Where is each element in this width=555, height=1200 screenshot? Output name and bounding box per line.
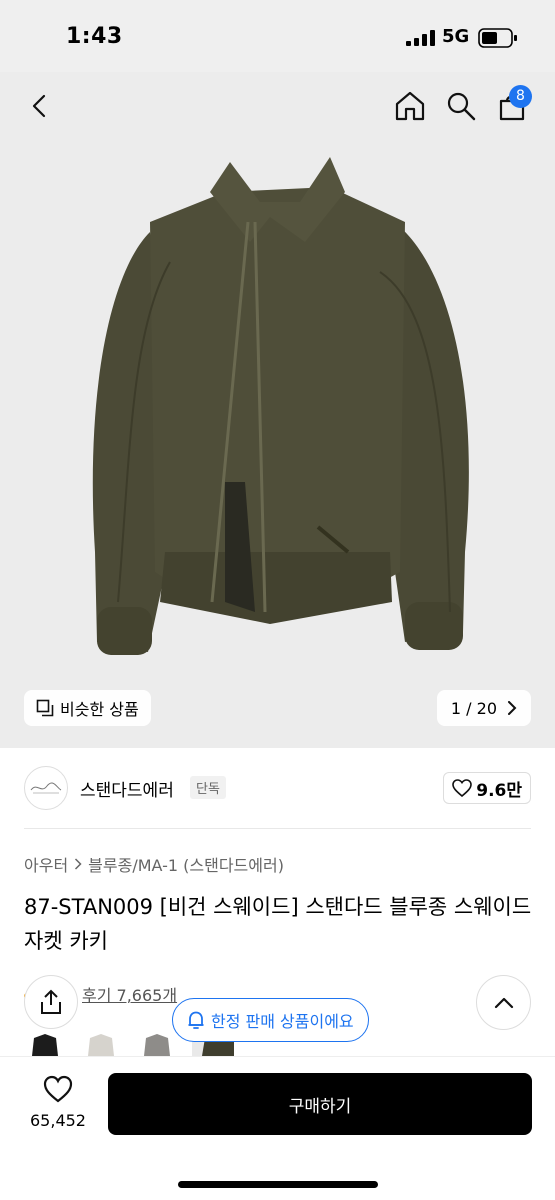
brand-name[interactable]: 스탠다드에러 — [80, 776, 174, 801]
heart-icon — [43, 1075, 73, 1103]
wishlist-button[interactable]: 65,452 — [22, 1075, 94, 1130]
signal-icon — [406, 30, 435, 46]
buy-button[interactable]: 구매하기 — [108, 1073, 532, 1135]
color-thumb-ivory[interactable] — [80, 1028, 122, 1056]
search-icon[interactable] — [443, 88, 479, 124]
limited-sale-label: 한정 판매 상품이에요 — [211, 1012, 354, 1031]
home-indicator — [178, 1181, 378, 1188]
breadcrumb-item-category[interactable]: 블루종/MA-1 (스탠다드에러) — [88, 852, 284, 876]
chevron-right-icon — [75, 858, 82, 870]
chevron-up-icon — [494, 997, 513, 1008]
bell-icon — [188, 1011, 204, 1029]
nav-bar — [0, 72, 555, 136]
scroll-top-button[interactable] — [476, 975, 531, 1030]
color-thumb-gray[interactable] — [136, 1028, 178, 1056]
brand-row: 스탠다드에러 단독 9.6만 — [0, 748, 555, 828]
status-bar: 1:43 5G — [0, 0, 555, 72]
product-image — [92, 157, 469, 655]
brand-logo-mark — [30, 782, 62, 794]
brand-like-button[interactable]: 9.6만 — [443, 772, 531, 804]
brand-logo[interactable] — [24, 766, 68, 810]
exclusive-badge: 단독 — [190, 776, 226, 799]
share-icon — [41, 989, 61, 1014]
status-time: 1:43 — [66, 24, 123, 49]
breadcrumb: 아우터 블루종/MA-1 (스탠다드에러) — [24, 852, 284, 876]
product-title: 87-STAN009 [비건 스웨이드] 스탠다드 블루종 스웨이드 자켓 카키 — [24, 895, 532, 953]
limited-sale-notice[interactable]: 한정 판매 상품이에요 — [172, 998, 369, 1042]
chevron-right-icon — [508, 701, 517, 715]
home-icon[interactable] — [392, 88, 428, 124]
review-link[interactable]: 후기 7,665개 — [82, 982, 177, 1006]
bottom-action-bar: 65,452 구매하기 — [0, 1056, 555, 1200]
color-thumb-black[interactable] — [24, 1028, 66, 1056]
back-icon[interactable] — [22, 88, 58, 124]
heart-icon — [452, 779, 473, 797]
battery-icon — [478, 28, 517, 48]
wishlist-count: 65,452 — [30, 1111, 86, 1130]
network-label: 5G — [442, 26, 470, 47]
breadcrumb-item-outer[interactable]: 아우터 — [24, 852, 68, 876]
brand-like-count: 9.6만 — [476, 780, 522, 801]
image-counter-text: 1 / 20 — [450, 698, 497, 718]
similar-products-label: 비슷한 상품 — [60, 700, 139, 719]
divider — [24, 828, 531, 829]
share-button[interactable] — [24, 975, 78, 1029]
cart-count-badge: 8 — [509, 85, 532, 108]
similar-products-button[interactable]: 비슷한 상품 — [24, 690, 151, 726]
image-counter[interactable]: 1 / 20 — [436, 690, 531, 726]
similar-icon — [36, 699, 54, 717]
product-gallery[interactable]: 비슷한 상품 1 / 20 — [0, 72, 555, 748]
